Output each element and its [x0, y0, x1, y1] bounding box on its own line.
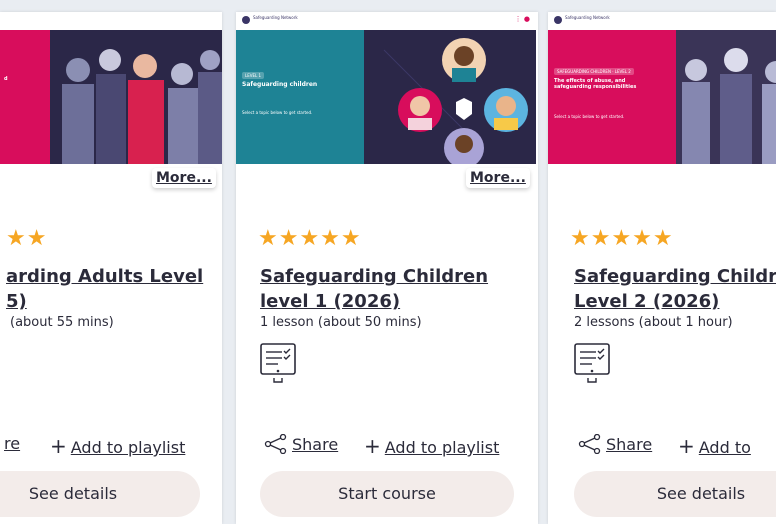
start-course-button[interactable]: Start course: [260, 471, 514, 517]
course-title-line1: Safeguarding Childre: [574, 266, 776, 287]
people-illustration-icon: [50, 30, 222, 164]
share-icon: [578, 433, 601, 455]
course-hero-image[interactable]: d: [0, 12, 222, 164]
share-link[interactable]: Share: [578, 433, 653, 455]
course-title-line2: 5): [6, 291, 27, 312]
plus-icon: +: [678, 434, 695, 458]
playlist-label: Add to playlist: [384, 438, 500, 457]
logo-icon: [554, 16, 562, 24]
org-name: Safeguarding Network: [253, 15, 298, 20]
course-card-children-level1: Safeguarding Network ⋮ ● LEVEL 1 Safegua…: [236, 12, 538, 524]
share-link[interactable]: re: [4, 434, 20, 453]
hero-body: Select a topic below to get started.: [554, 114, 625, 119]
course-card-adults: d More... ★★ arding Adults Level 5) (abo…: [0, 12, 222, 524]
lesson-count: 1 lesson (about 50 mins): [260, 315, 422, 330]
playlist-label: Add to playlist: [70, 438, 186, 457]
hero-body: Select a topic below to get started.: [242, 110, 313, 115]
add-to-playlist-link[interactable]: + Add to playlist: [364, 434, 499, 458]
course-title-link[interactable]: Safeguarding Childre Level 2 (2026): [574, 264, 776, 314]
add-to-playlist-link[interactable]: + Add to: [678, 434, 751, 458]
rating-stars: ★★★★★: [570, 226, 674, 251]
course-title-link[interactable]: Safeguarding Children level 1 (2026): [260, 264, 488, 314]
course-title-line1: arding Adults Level: [6, 266, 204, 287]
add-to-playlist-link[interactable]: + Add to playlist: [50, 434, 185, 458]
plus-icon: +: [364, 434, 381, 458]
lesson-count: (about 55 mins): [10, 315, 114, 330]
plus-icon: +: [50, 434, 67, 458]
rating-stars: ★★: [6, 226, 48, 251]
share-icon: [264, 433, 287, 455]
children-avatars-icon: [364, 30, 536, 164]
org-name: Safeguarding Network: [565, 15, 610, 20]
hero-heading: Safeguarding children: [242, 81, 318, 88]
hero-heading: d: [4, 76, 8, 82]
course-title-line2: Level 2 (2026): [574, 291, 720, 312]
hero-tag: LEVEL 1: [242, 72, 265, 79]
course-hero-image[interactable]: Safeguarding Network ⋮ ● LEVEL 1 Safegua…: [236, 12, 536, 164]
share-label: Share: [606, 435, 653, 454]
course-title-line1: Safeguarding Children: [260, 266, 489, 287]
share-label: re: [4, 434, 21, 453]
hero-tag: SAFEGUARDING CHILDREN · LEVEL 2: [554, 68, 634, 75]
lesson-count: 2 lessons (about 1 hour): [574, 315, 733, 330]
see-details-button[interactable]: See details: [0, 471, 200, 517]
course-title-link[interactable]: arding Adults Level 5): [6, 264, 203, 314]
more-link[interactable]: More...: [152, 168, 216, 188]
course-hero-image[interactable]: Safeguarding Network SAFEGUARDING CHILDR…: [548, 12, 776, 164]
course-title-line2: level 1 (2026): [260, 291, 401, 312]
rating-stars: ★★★★★: [258, 226, 362, 251]
share-link[interactable]: Share: [264, 433, 339, 455]
see-details-button[interactable]: See details: [574, 471, 776, 517]
hero-heading: The effects of abuse, and safeguarding r…: [554, 78, 637, 90]
lesson-checklist-icon: [260, 343, 296, 383]
playlist-label: Add to: [698, 438, 751, 457]
course-card-children-level2: Safeguarding Network SAFEGUARDING CHILDR…: [548, 12, 776, 524]
share-label: Share: [292, 435, 339, 454]
people-illustration-icon: [676, 30, 776, 164]
hero-actions-icon: ⋮ ●: [514, 15, 530, 23]
lesson-checklist-icon: [574, 343, 610, 383]
more-link[interactable]: More...: [466, 168, 530, 188]
logo-icon: [242, 16, 250, 24]
